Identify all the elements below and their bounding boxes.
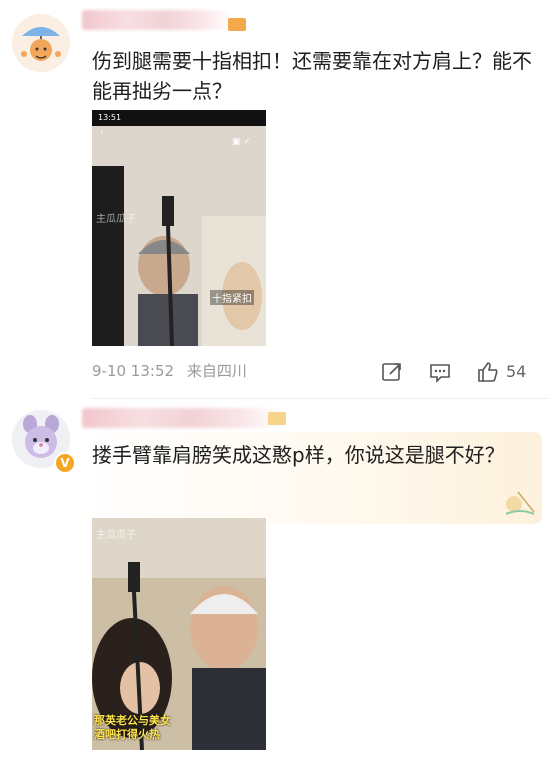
avatar[interactable] [12,14,70,72]
image-watermark: 主瓜瓜子 [96,214,136,225]
share-button[interactable] [380,360,404,386]
comment-button[interactable] [428,360,452,386]
like-button[interactable] [476,360,500,386]
phone-status-bar: 13:51 [92,110,266,126]
caption-line: 酒吧打得火热 [94,728,160,741]
comment-image[interactable]: 主瓜瓜子 那英老公与美女 酒吧打得火热 [92,518,266,750]
svg-text:‹: ‹ [100,127,104,137]
bubble-decoration [500,486,540,520]
level-badge [268,412,286,425]
svg-text:▣ ✓: ▣ ✓ [232,137,251,147]
comment-time: 9-10 13:52 [92,362,175,380]
image-caption: 十指紧扣 [210,290,254,305]
caption-line: 那英老公与美女 [94,714,171,727]
comment-location: 来自四川 [186,362,247,380]
like-icon [478,362,498,382]
verified-icon: V [54,452,76,474]
image-watermark: 主瓜瓜子 [96,530,136,541]
image-caption: 那英老公与美女 酒吧打得火热 [94,714,171,742]
comment-text: 搂手臂靠肩膀笑成这憨p样，你说这是腿不好？ [92,443,505,467]
comment-icon [430,364,450,383]
like-count: 54 [506,362,527,381]
share-icon [382,363,401,381]
comment-meta: 9-10 13:52 来自四川 [92,360,247,381]
comment-text: 伤到腿需要十指相扣！还需要靠在对方肩上？能不能再拙劣一点？ [92,49,532,103]
comment-image[interactable]: 13:51 ‹ ▣ ✓ 主瓜瓜子 十指紧扣 [92,110,266,346]
level-badge [228,18,246,31]
username-blurred[interactable] [82,10,232,30]
status-time: 13:51 [98,113,122,122]
username-blurred[interactable] [82,408,282,428]
comment-divider [92,398,548,399]
